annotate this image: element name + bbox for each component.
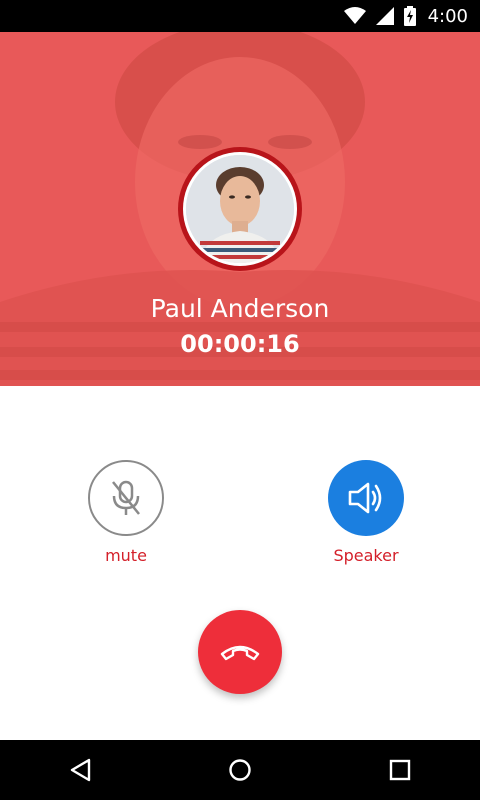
mute-label: mute: [105, 546, 147, 565]
cell-signal-icon: [375, 7, 394, 25]
wifi-icon: [343, 7, 366, 25]
call-duration: 00:00:16: [180, 330, 300, 358]
navigation-bar: [0, 740, 480, 800]
speaker-label: Speaker: [333, 546, 399, 565]
mic-off-icon: [112, 480, 140, 515]
mute-button[interactable]: [88, 460, 164, 536]
caller-name: Paul Anderson: [150, 294, 330, 323]
back-button[interactable]: [50, 740, 110, 800]
end-call-button[interactable]: [198, 610, 282, 694]
status-time: 4:00: [427, 5, 468, 27]
caller-header: Paul Anderson 00:00:16: [0, 32, 480, 386]
recents-icon: [389, 759, 411, 781]
home-button[interactable]: [210, 740, 270, 800]
battery-charging-icon: [403, 6, 416, 26]
status-bar: 4:00: [0, 0, 480, 32]
end-call-icon: [220, 645, 260, 661]
back-icon: [70, 758, 91, 782]
speaker-icon: [348, 482, 382, 514]
avatar-photo: [186, 155, 294, 263]
caller-avatar: [178, 147, 302, 271]
recents-button[interactable]: [370, 740, 430, 800]
speaker-button[interactable]: [328, 460, 404, 536]
home-icon: [229, 759, 251, 781]
